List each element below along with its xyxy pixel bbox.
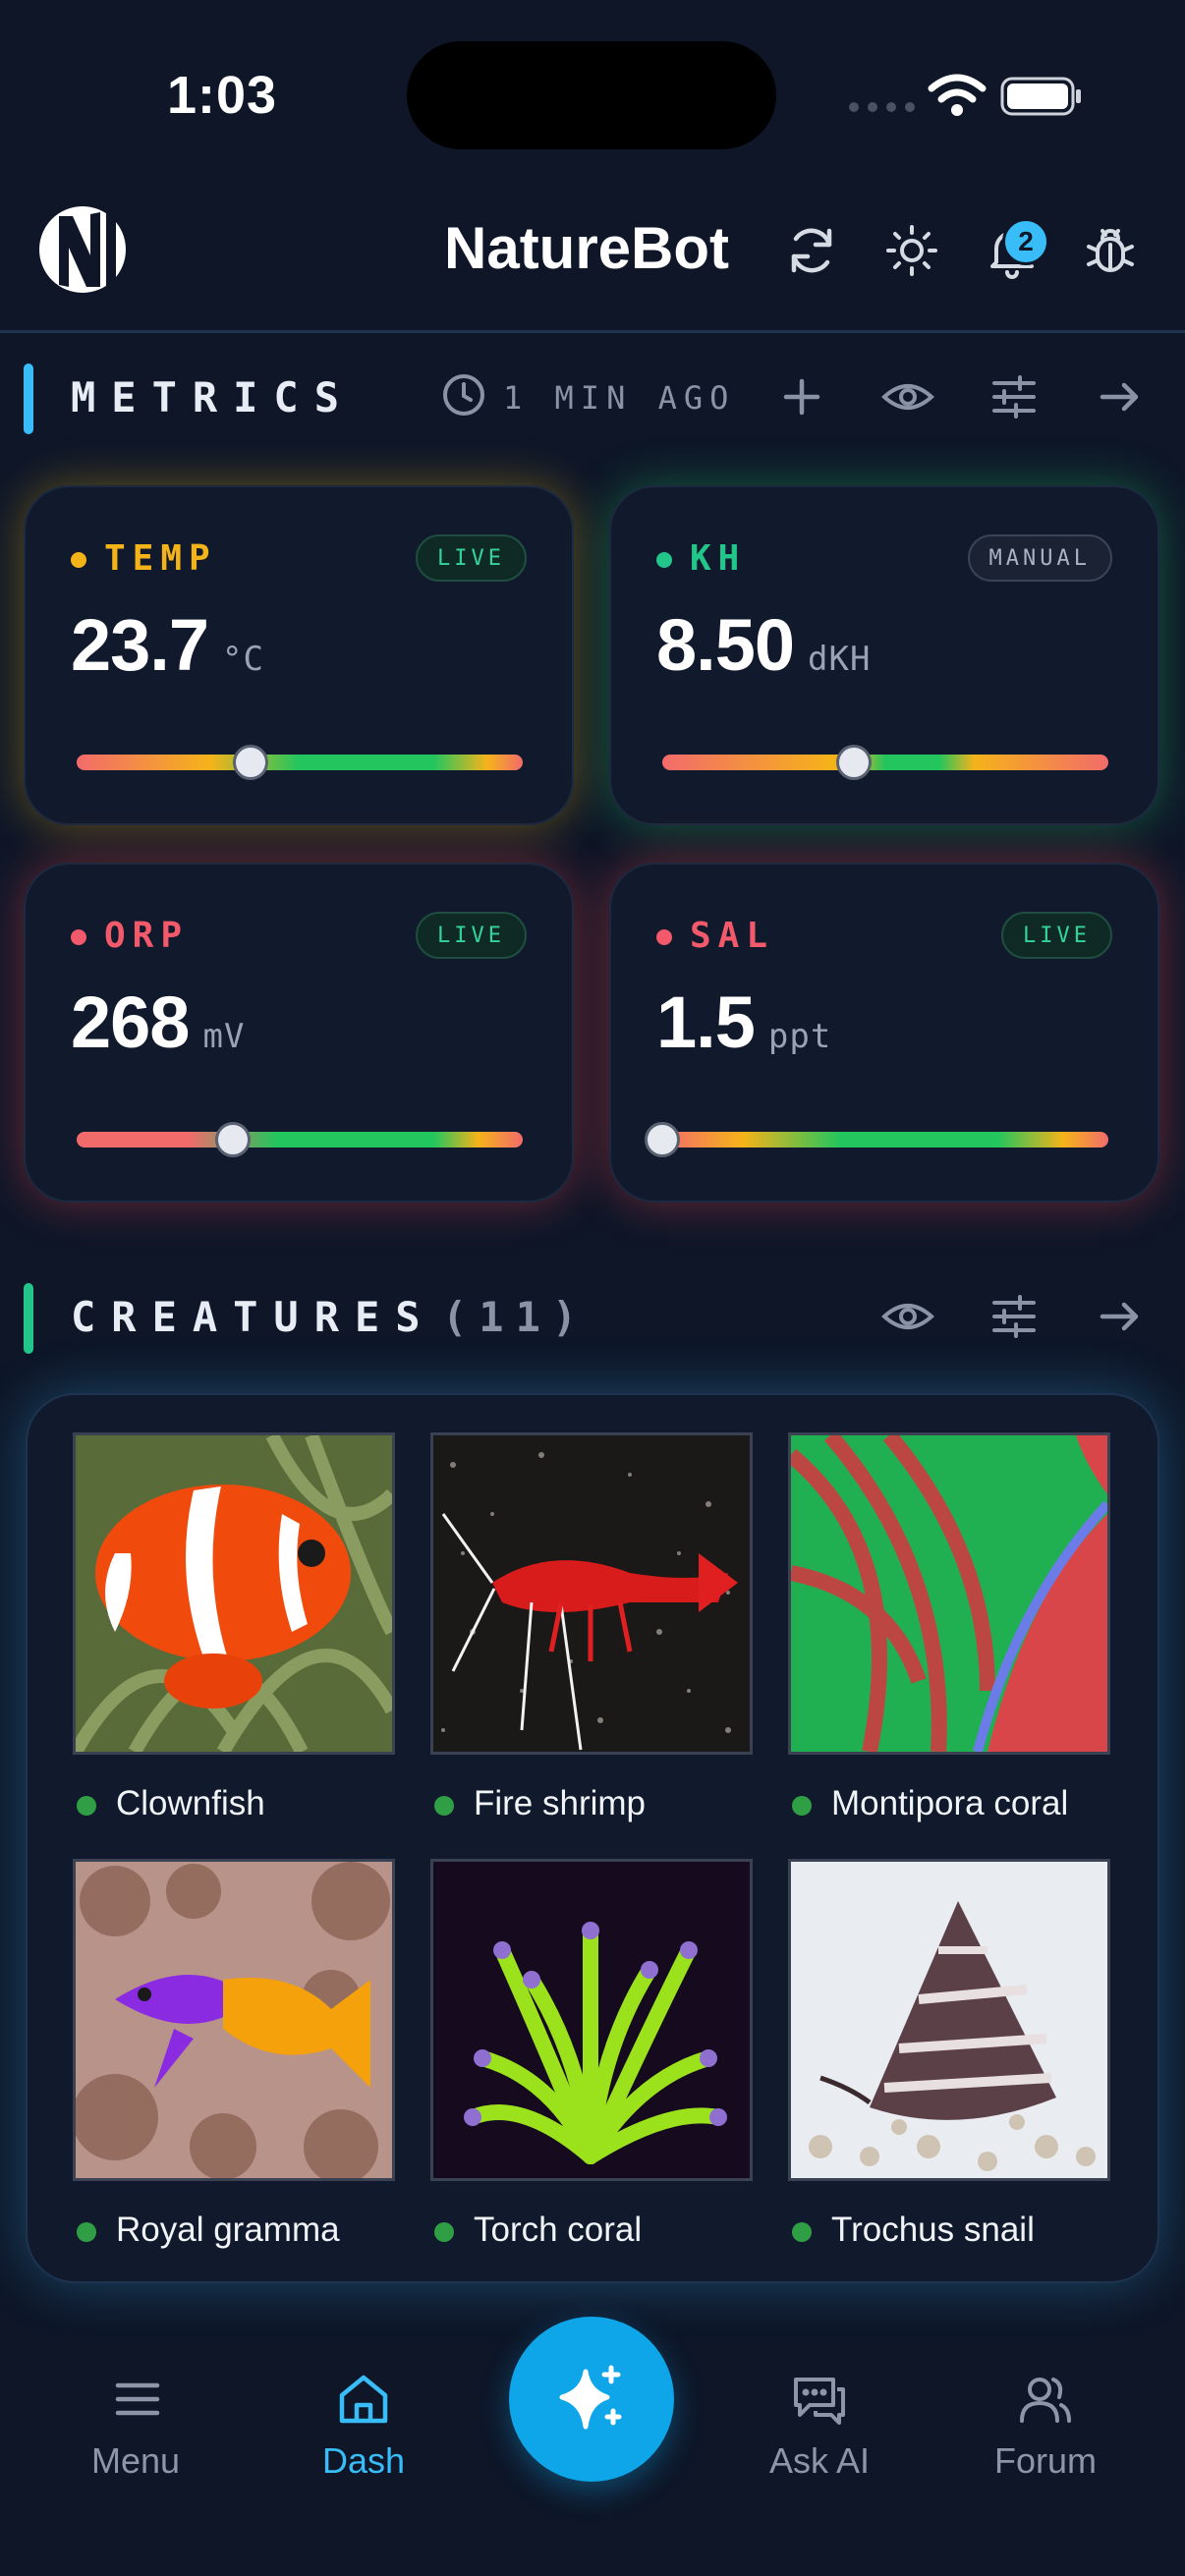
creature-photo-royal-gramma[interactable] xyxy=(73,1859,395,2181)
metric-unit: ppt xyxy=(767,1017,832,1056)
metric-value: 1.5 xyxy=(656,981,756,1063)
metric-name: KH xyxy=(690,538,747,579)
creature-status-dot xyxy=(792,1796,812,1816)
eye-icon[interactable] xyxy=(880,1289,935,1344)
creature-status-dot xyxy=(792,2222,812,2242)
metric-name: ORP xyxy=(104,916,190,956)
users-icon[interactable] xyxy=(1016,2370,1075,2429)
metric-unit: °C xyxy=(222,640,264,679)
creature-name[interactable]: Montipora coral xyxy=(831,1784,1068,1823)
creature-photo-torch-coral[interactable] xyxy=(430,1859,753,2181)
chat-icon[interactable] xyxy=(790,2370,849,2429)
metric-value: 8.50 xyxy=(656,604,795,686)
metric-value-row: 8.50 dKH xyxy=(656,603,871,687)
arrow-right-icon[interactable] xyxy=(1093,369,1148,424)
home-icon[interactable] xyxy=(334,2370,393,2429)
sparkles-icon xyxy=(559,2365,622,2430)
status-time: 1:03 xyxy=(167,66,278,125)
creatures-accent-bar xyxy=(24,1283,33,1354)
metric-range-knob[interactable] xyxy=(214,1122,251,1157)
metric-card-kh[interactable]: KH MANUAL 8.50 dKH xyxy=(609,485,1159,825)
metric-range-track xyxy=(77,1132,523,1148)
metric-unit: mV xyxy=(202,1017,246,1056)
metric-status-dot xyxy=(71,552,86,568)
creature-photo-trochus-snail[interactable] xyxy=(788,1859,1110,2181)
metric-source-badge: LIVE xyxy=(1001,912,1112,959)
nav-forum-label[interactable]: Forum xyxy=(947,2440,1144,2482)
metric-range-track xyxy=(662,1132,1108,1148)
nav-dash-label[interactable]: Dash xyxy=(265,2440,462,2482)
metric-source-badge: MANUAL xyxy=(967,534,1112,582)
metric-range-knob[interactable] xyxy=(836,745,873,780)
naturebot-logo[interactable] xyxy=(37,204,175,295)
nav-menu-label[interactable]: Menu xyxy=(37,2440,234,2482)
creature-name[interactable]: Trochus snail xyxy=(831,2211,1035,2250)
wifi-icon xyxy=(928,74,987,116)
menu-icon[interactable] xyxy=(108,2370,167,2429)
metric-status-dot xyxy=(656,552,672,568)
metric-range-track xyxy=(77,755,523,770)
creature-name[interactable]: Torch coral xyxy=(474,2211,642,2250)
metrics-accent-bar xyxy=(24,364,33,434)
metric-name: SAL xyxy=(690,916,775,956)
sliders-icon[interactable] xyxy=(987,1289,1042,1344)
dynamic-island xyxy=(407,41,776,149)
battery-icon xyxy=(1000,77,1081,116)
metric-value-row: 268 mV xyxy=(71,980,245,1064)
metric-range-knob[interactable] xyxy=(645,1122,680,1157)
clock-icon xyxy=(443,374,484,416)
metric-status-dot xyxy=(656,929,672,945)
metric-status-dot xyxy=(71,929,86,945)
creature-name[interactable]: Clownfish xyxy=(116,1784,265,1823)
notification-badge: 2 xyxy=(1002,218,1049,265)
creature-photo-montipora-coral[interactable] xyxy=(788,1432,1110,1755)
creature-name[interactable]: Fire shrimp xyxy=(474,1784,646,1823)
ai-assistant-button[interactable] xyxy=(509,2317,674,2482)
creatures-title: CREATURES xyxy=(71,1293,436,1341)
creatures-count: (11) xyxy=(442,1293,590,1341)
creature-photo-clownfish[interactable] xyxy=(73,1432,395,1755)
app-title: NatureBot xyxy=(444,215,730,281)
metrics-updated: 1 MIN AGO xyxy=(503,379,736,417)
cellular-signal-icon xyxy=(849,102,915,112)
bug-icon[interactable] xyxy=(1081,221,1140,280)
add-icon[interactable] xyxy=(774,369,829,424)
metric-unit: dKH xyxy=(808,640,872,679)
sun-icon[interactable] xyxy=(882,221,941,280)
metrics-title: METRICS xyxy=(71,373,356,421)
metric-source-badge: LIVE xyxy=(416,534,527,582)
nav-ask-ai-label[interactable]: Ask AI xyxy=(721,2440,918,2482)
creature-status-dot xyxy=(434,2222,454,2242)
metric-card-sal[interactable]: SAL LIVE 1.5 ppt xyxy=(609,863,1159,1203)
header-divider xyxy=(0,330,1185,333)
metric-card-orp[interactable]: ORP LIVE 268 mV xyxy=(24,863,574,1203)
metric-range-track xyxy=(662,755,1108,770)
sliders-icon[interactable] xyxy=(987,369,1042,424)
metric-range-knob[interactable] xyxy=(233,745,269,780)
creature-name[interactable]: Royal gramma xyxy=(116,2211,340,2250)
metric-value-row: 1.5 ppt xyxy=(656,980,831,1064)
eye-icon[interactable] xyxy=(880,369,935,424)
metric-value: 268 xyxy=(71,981,190,1063)
metric-card-temp[interactable]: TEMP LIVE 23.7 °C xyxy=(24,485,574,825)
metric-value-row: 23.7 °C xyxy=(71,603,264,687)
creature-status-dot xyxy=(434,1796,454,1816)
metric-value: 23.7 xyxy=(71,604,209,686)
creature-status-dot xyxy=(77,2222,96,2242)
refresh-icon[interactable] xyxy=(782,221,841,280)
metric-source-badge: LIVE xyxy=(416,912,527,959)
creature-status-dot xyxy=(77,1796,96,1816)
creature-photo-fire-shrimp[interactable] xyxy=(430,1432,753,1755)
arrow-right-icon[interactable] xyxy=(1093,1289,1148,1344)
metric-name: TEMP xyxy=(104,538,217,579)
